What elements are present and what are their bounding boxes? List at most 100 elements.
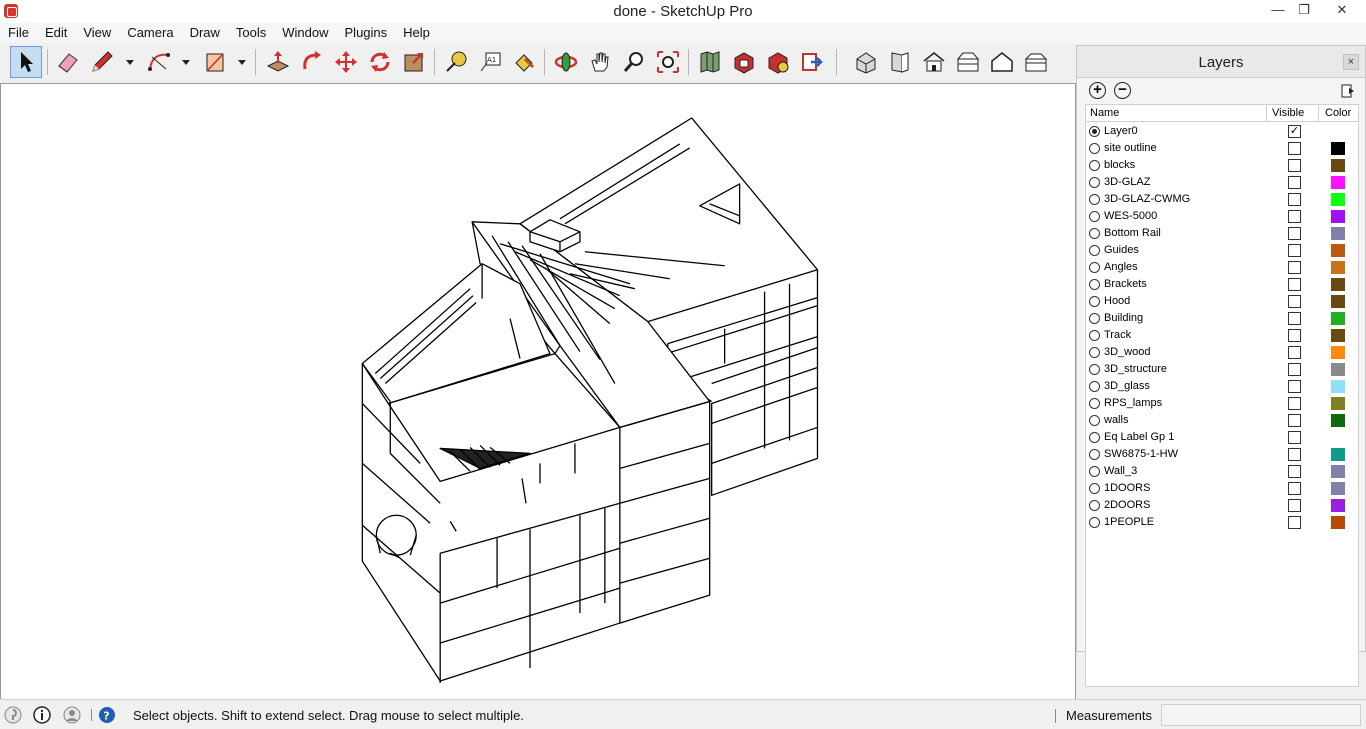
layer-color-swatch[interactable]	[1331, 312, 1345, 325]
layer-name[interactable]: Hood	[1104, 295, 1130, 307]
active-layer-radio[interactable]	[1089, 347, 1100, 358]
layer-name[interactable]: Eq Label Gp 1	[1104, 431, 1174, 443]
visible-checkbox[interactable]	[1288, 159, 1301, 172]
zoom-extents-icon[interactable]	[652, 46, 684, 78]
text-icon[interactable]: A1	[474, 46, 506, 78]
eraser-icon[interactable]	[52, 46, 84, 78]
menu-window[interactable]: Window	[274, 23, 336, 43]
layer-color-swatch[interactable]	[1331, 227, 1345, 240]
measurements-input[interactable]	[1161, 704, 1361, 726]
help-icon[interactable]: ?	[98, 706, 116, 724]
rotate-icon[interactable]	[364, 46, 396, 78]
building-model[interactable]	[1, 84, 1075, 699]
layer-color-swatch[interactable]	[1331, 278, 1345, 291]
visible-checkbox[interactable]	[1288, 278, 1301, 291]
zoom-icon[interactable]	[618, 46, 650, 78]
layer-color-swatch[interactable]	[1331, 193, 1345, 206]
menu-camera[interactable]: Camera	[119, 23, 181, 43]
left-view-icon[interactable]	[1020, 46, 1052, 78]
menu-plugins[interactable]: Plugins	[337, 23, 396, 43]
visible-checkbox[interactable]	[1288, 346, 1301, 359]
layer-row[interactable]: RPS_lamps	[1086, 395, 1358, 412]
layer-row[interactable]: Wall_3	[1086, 463, 1358, 480]
layer-row[interactable]: walls	[1086, 412, 1358, 429]
active-layer-radio[interactable]	[1089, 398, 1100, 409]
visible-checkbox[interactable]	[1288, 210, 1301, 223]
share-model-icon[interactable]	[796, 46, 828, 78]
layer-name[interactable]: blocks	[1104, 159, 1135, 171]
layer-name[interactable]: Brackets	[1104, 278, 1147, 290]
active-layer-radio[interactable]	[1089, 262, 1100, 273]
top-view-icon[interactable]	[918, 46, 950, 78]
layer-color-swatch[interactable]	[1331, 176, 1345, 189]
add-location-icon[interactable]	[694, 46, 726, 78]
back-view-icon[interactable]	[986, 46, 1018, 78]
arc-dropdown-icon[interactable]	[180, 57, 192, 67]
orbit-icon[interactable]	[550, 46, 582, 78]
layer-name[interactable]: WES-5000	[1104, 210, 1157, 222]
layer-name[interactable]: 3D_structure	[1104, 363, 1167, 375]
visible-checkbox[interactable]	[1288, 499, 1301, 512]
layer-row[interactable]: 2DOORS	[1086, 497, 1358, 514]
layer-name[interactable]: RPS_lamps	[1104, 397, 1162, 409]
layer-color-swatch[interactable]	[1331, 499, 1345, 512]
layer-row[interactable]: WES-5000	[1086, 208, 1358, 225]
visible-checkbox[interactable]	[1288, 227, 1301, 240]
right-view-icon[interactable]	[952, 46, 984, 78]
active-layer-radio[interactable]	[1089, 296, 1100, 307]
active-layer-radio[interactable]	[1089, 177, 1100, 188]
layer-row[interactable]: Track	[1086, 327, 1358, 344]
visible-checkbox[interactable]	[1288, 431, 1301, 444]
layer-color-swatch[interactable]	[1331, 414, 1345, 427]
active-layer-radio[interactable]	[1089, 415, 1100, 426]
layer-name[interactable]: Layer0	[1104, 125, 1138, 137]
active-layer-radio[interactable]	[1089, 211, 1100, 222]
layer-color-swatch[interactable]	[1331, 295, 1345, 308]
visible-checkbox[interactable]: ✓	[1288, 125, 1301, 138]
layer-row[interactable]: Brackets	[1086, 276, 1358, 293]
active-layer-radio[interactable]	[1089, 228, 1100, 239]
sign-in-icon[interactable]	[63, 706, 81, 724]
menu-tools[interactable]: Tools	[228, 23, 274, 43]
visible-checkbox[interactable]	[1288, 329, 1301, 342]
move-icon[interactable]	[330, 46, 362, 78]
visible-checkbox[interactable]	[1288, 363, 1301, 376]
layer-row[interactable]: 1PEOPLE	[1086, 514, 1358, 531]
active-layer-radio[interactable]	[1089, 313, 1100, 324]
menu-view[interactable]: View	[75, 23, 119, 43]
layer-name[interactable]: 1PEOPLE	[1104, 516, 1154, 528]
layer-row[interactable]: Building	[1086, 310, 1358, 327]
visible-checkbox[interactable]	[1288, 482, 1301, 495]
active-layer-radio[interactable]	[1089, 466, 1100, 477]
layer-row[interactable]: Angles	[1086, 259, 1358, 276]
active-layer-radio[interactable]	[1089, 449, 1100, 460]
layer-color-swatch[interactable]	[1331, 448, 1345, 461]
layer-row[interactable]: Hood	[1086, 293, 1358, 310]
layer-row[interactable]: blocks	[1086, 157, 1358, 174]
rectangle-dropdown-icon[interactable]	[236, 57, 248, 67]
delete-layer-button[interactable]: −	[1114, 82, 1131, 99]
add-layer-button[interactable]: +	[1089, 82, 1106, 99]
active-layer-radio[interactable]	[1089, 330, 1100, 341]
layer-name[interactable]: 3D-GLAZ	[1104, 176, 1150, 188]
visible-checkbox[interactable]	[1288, 414, 1301, 427]
layer-row[interactable]: Bottom Rail	[1086, 225, 1358, 242]
visible-checkbox[interactable]	[1288, 244, 1301, 257]
menu-file[interactable]: File	[0, 23, 37, 43]
visible-checkbox[interactable]	[1288, 142, 1301, 155]
visible-checkbox[interactable]	[1288, 380, 1301, 393]
visible-checkbox[interactable]	[1288, 193, 1301, 206]
menu-edit[interactable]: Edit	[37, 23, 75, 43]
active-layer-radio[interactable]	[1089, 364, 1100, 375]
layer-color-swatch[interactable]	[1331, 210, 1345, 223]
active-layer-radio[interactable]	[1089, 194, 1100, 205]
active-layer-radio[interactable]	[1089, 160, 1100, 171]
layer-color-swatch[interactable]	[1331, 261, 1345, 274]
visible-column-header[interactable]: Visible	[1272, 107, 1304, 119]
layer-color-swatch[interactable]	[1331, 516, 1345, 529]
layer-color-swatch[interactable]	[1331, 329, 1345, 342]
menu-help[interactable]: Help	[395, 23, 438, 43]
layer-name[interactable]: 2DOORS	[1104, 499, 1150, 511]
scale-icon[interactable]	[398, 46, 430, 78]
layer-row[interactable]: 3D_wood	[1086, 344, 1358, 361]
